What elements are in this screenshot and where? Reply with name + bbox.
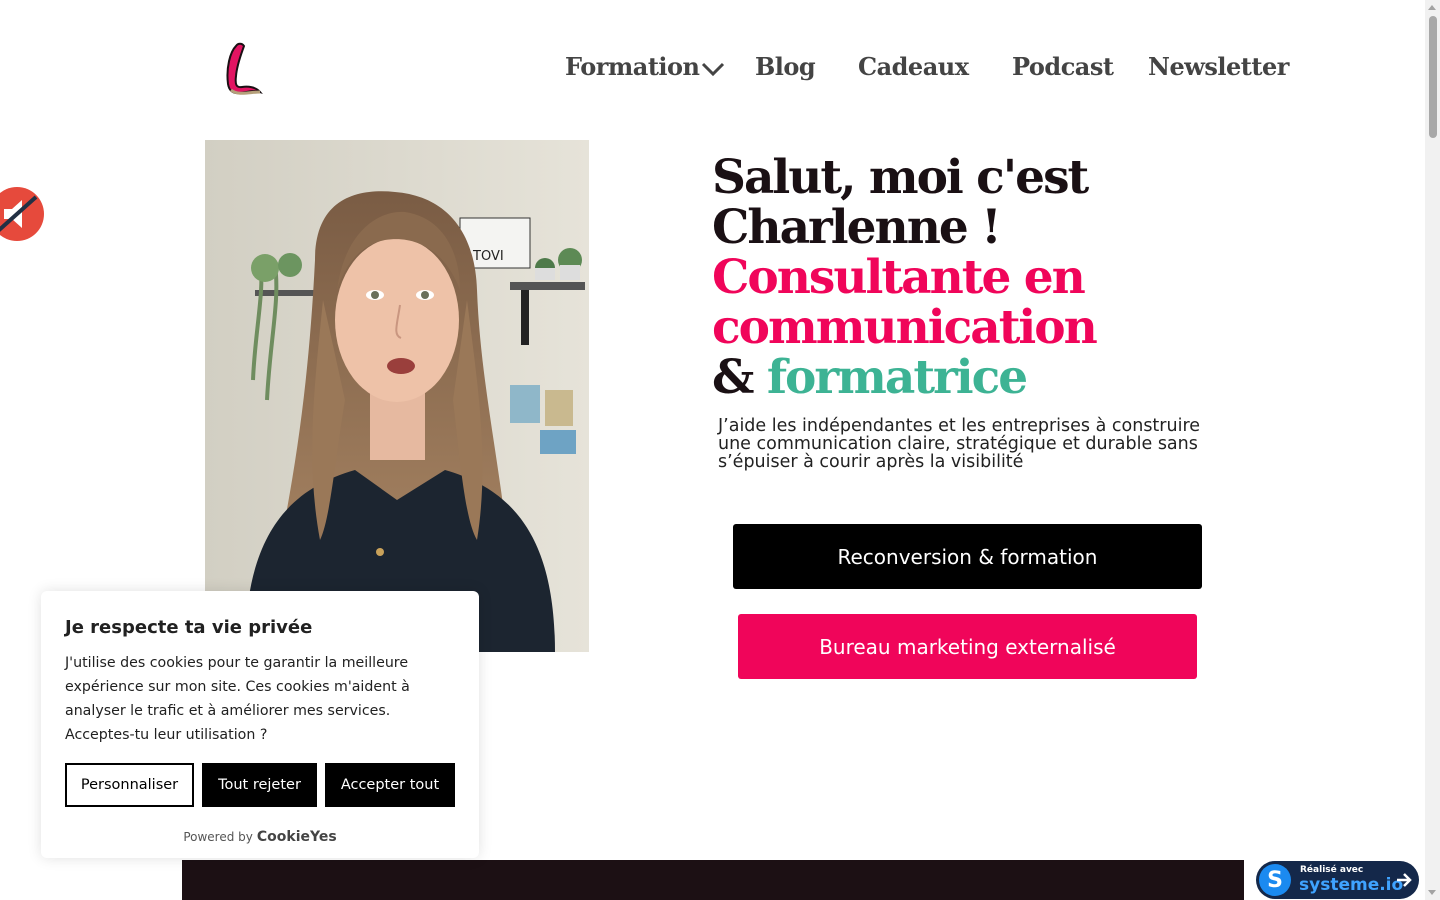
muted-speaker-icon — [0, 195, 38, 232]
cookie-consent-banner: Je respecte ta vie privée J'utilise des … — [41, 591, 479, 858]
scroll-up-arrow-icon[interactable] — [1428, 5, 1436, 10]
systeme-io-badge[interactable]: S Réalisé avec systeme.io — [1256, 861, 1419, 899]
nav-item-label: Formation — [565, 52, 700, 81]
hero-ampersand: & — [712, 350, 754, 405]
nav-item-cadeaux[interactable]: Cadeaux — [858, 52, 969, 81]
hero-line-role-2: communication — [712, 300, 1098, 355]
hero-line-name: Charlenne ! — [712, 200, 1002, 255]
powered-by-label: Powered by — [183, 830, 253, 844]
cookie-accept-button[interactable]: Accepter tout — [325, 763, 455, 807]
hero-title: Salut, moi c'est Charlenne ! Consultante… — [712, 153, 1232, 403]
bureau-marketing-button[interactable]: Bureau marketing externalisé — [738, 614, 1197, 679]
nav-item-blog[interactable]: Blog — [755, 52, 816, 81]
badge-made-with: Réalisé avec — [1300, 865, 1364, 875]
chevron-down-icon — [701, 54, 725, 83]
nav-item-newsletter[interactable]: Newsletter — [1148, 52, 1289, 81]
next-section-band — [182, 860, 1244, 900]
intro-video[interactable]: TOVI — [205, 140, 589, 652]
cookie-title: Je respecte ta vie privée — [65, 617, 313, 638]
cookie-description: J'utilise des cookies pour te garantir l… — [65, 655, 410, 743]
woman-portrait-image: TOVI — [205, 140, 589, 652]
scroll-down-arrow-icon[interactable] — [1428, 890, 1436, 895]
page-scrollbar[interactable] — [1425, 0, 1440, 900]
reconversion-formation-button[interactable]: Reconversion & formation — [733, 524, 1202, 589]
badge-brand: systeme.io — [1299, 875, 1404, 895]
cookie-powered-by: Powered by CookieYes — [41, 829, 479, 845]
nav-item-podcast[interactable]: Podcast — [1012, 52, 1114, 81]
cookie-customize-button[interactable]: Personnaliser — [65, 763, 194, 807]
hero-line-role: Consultante en — [712, 250, 1086, 305]
hero-line-greeting: Salut, moi c'est — [712, 150, 1089, 205]
scrollbar-thumb[interactable] — [1429, 16, 1437, 138]
svg-text:TOVI: TOVI — [472, 249, 504, 264]
hero-highlight: formatrice — [766, 350, 1028, 405]
hero-subtitle: J’aide les indépendantes et les entrepri… — [718, 416, 1201, 472]
systeme-logo-icon: S — [1259, 864, 1291, 896]
arrow-right-icon — [1395, 870, 1413, 894]
hero-line-role-3: & formatrice — [712, 353, 1232, 403]
cookieyes-logo[interactable]: CookieYes — [257, 829, 337, 845]
cookie-reject-button[interactable]: Tout rejeter — [202, 763, 317, 807]
main-nav: Formation Blog Cadeaux Podcast Newslette… — [0, 52, 1440, 88]
nav-item-formation[interactable]: Formation — [565, 52, 725, 83]
mute-toggle-button[interactable] — [0, 187, 44, 241]
